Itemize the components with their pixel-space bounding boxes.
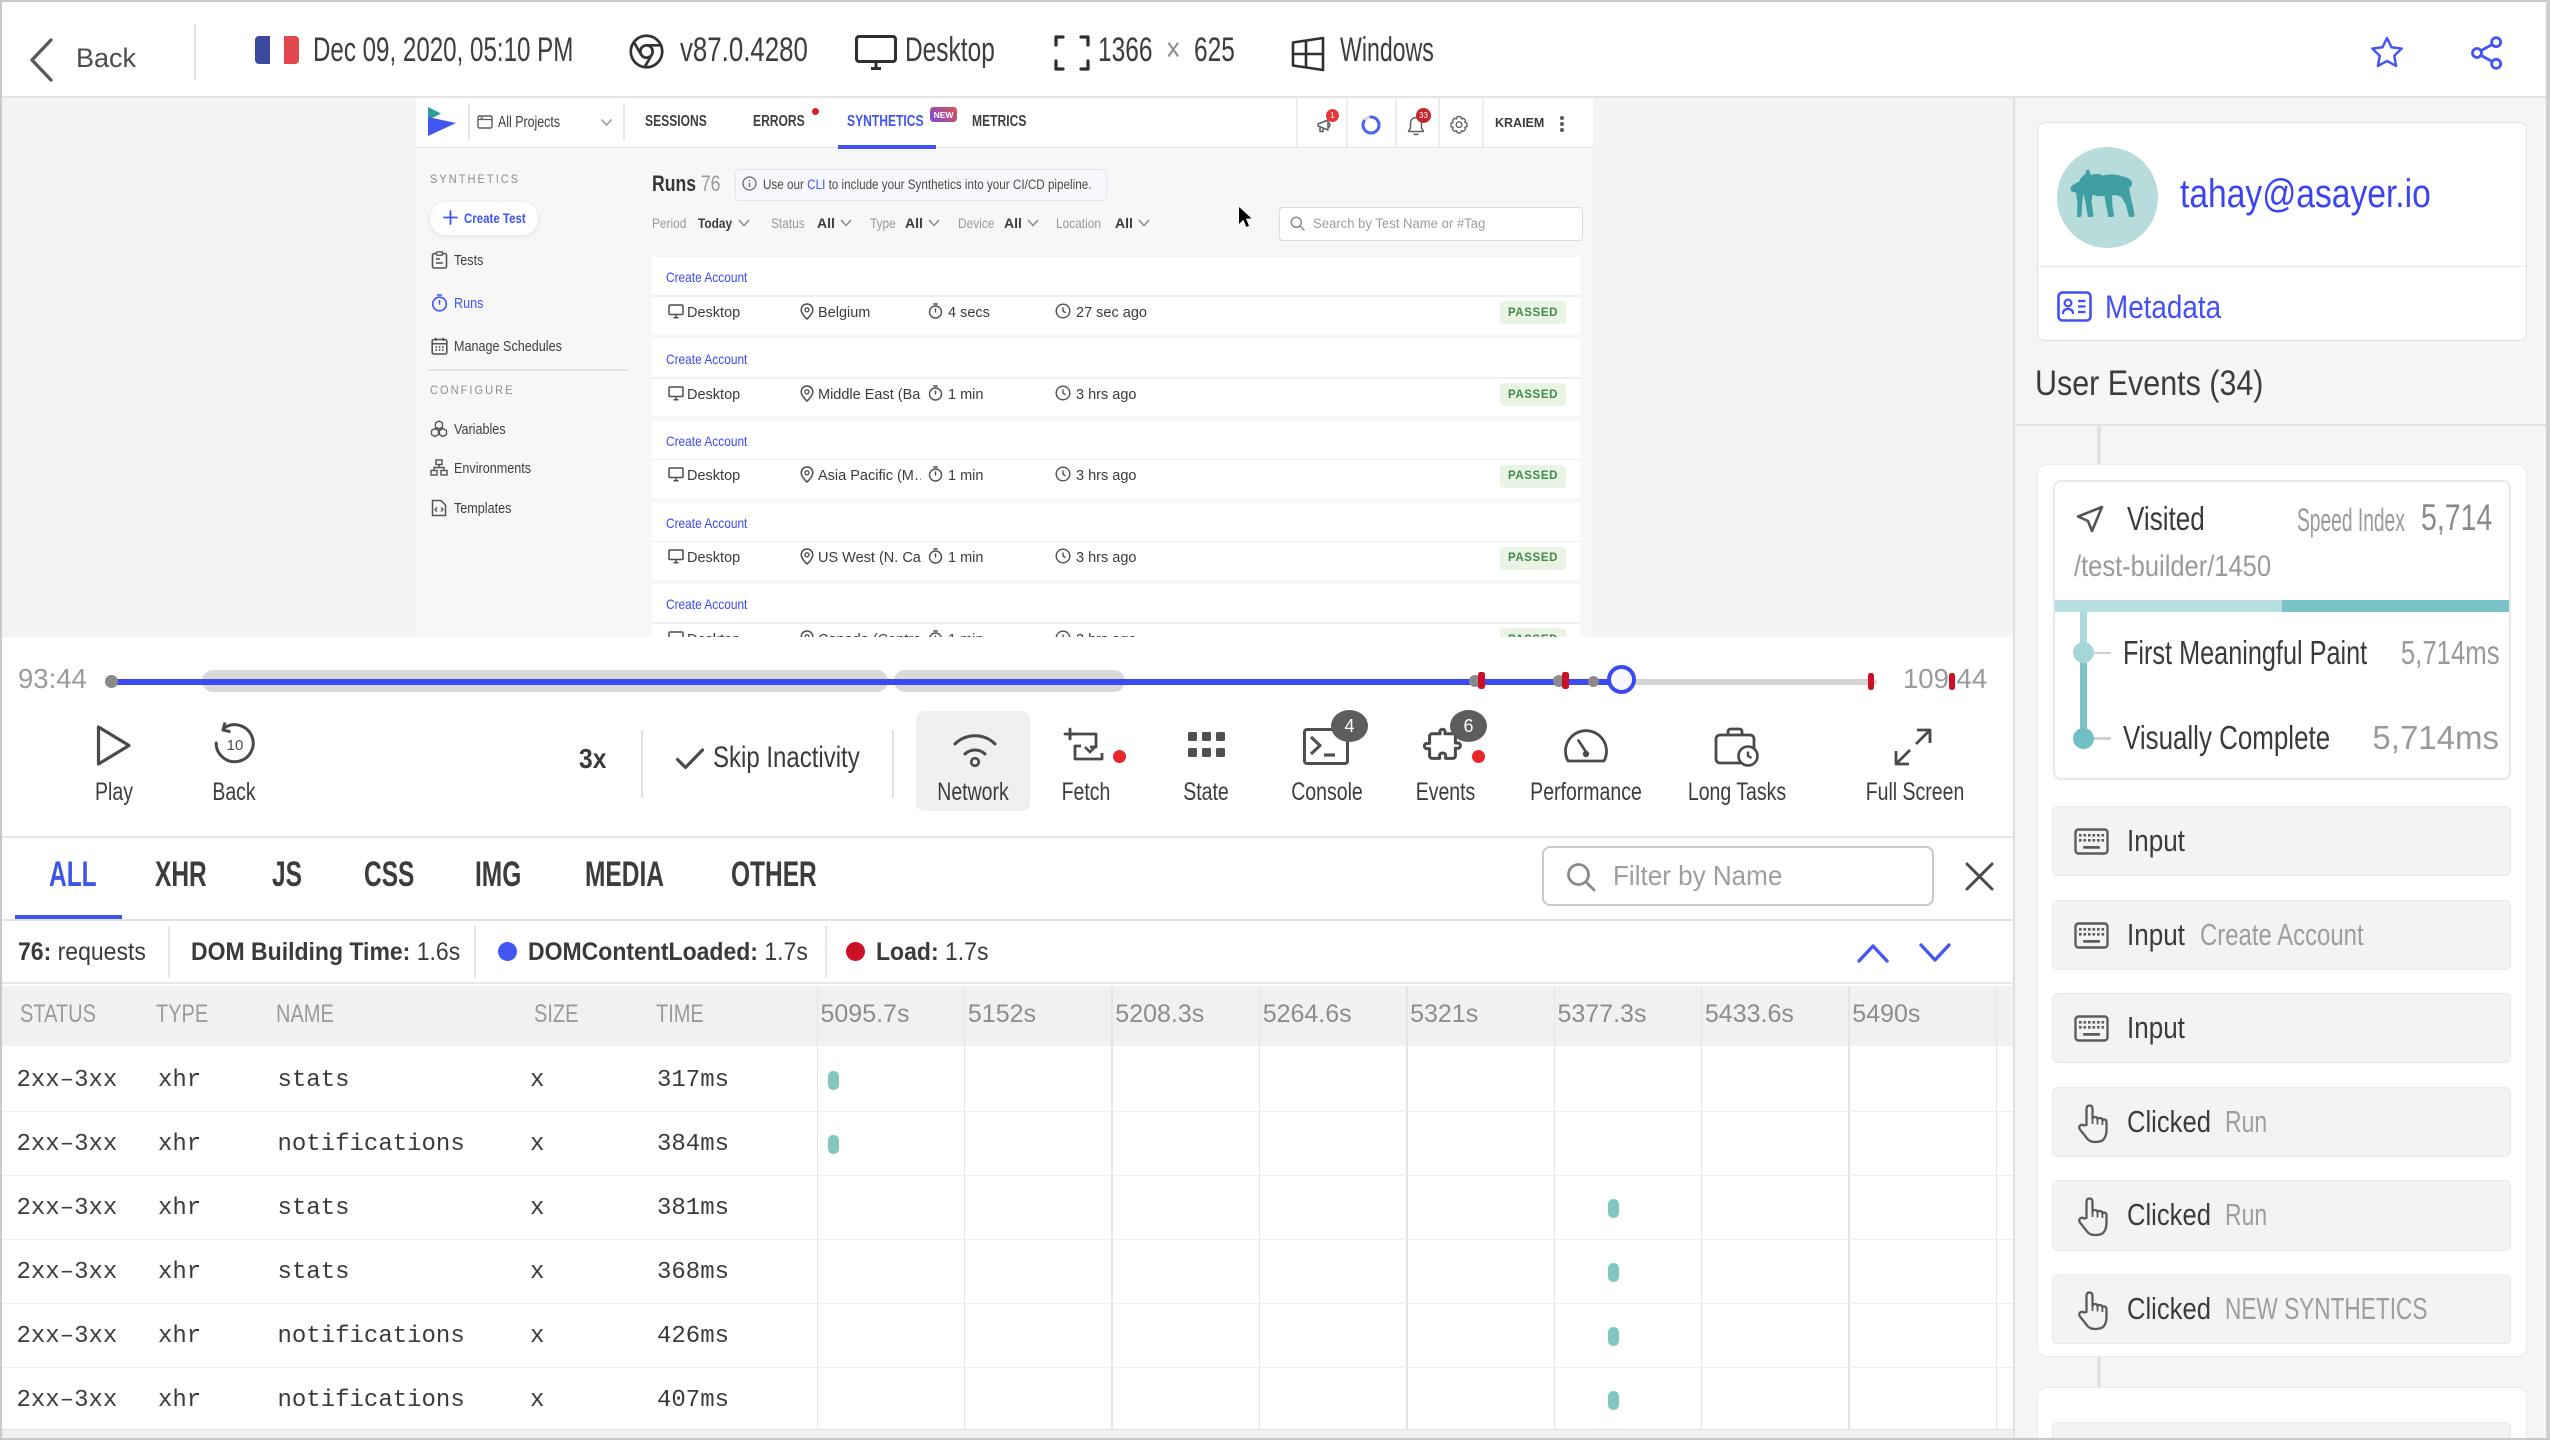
svg-text:10: 10 — [227, 737, 244, 754]
